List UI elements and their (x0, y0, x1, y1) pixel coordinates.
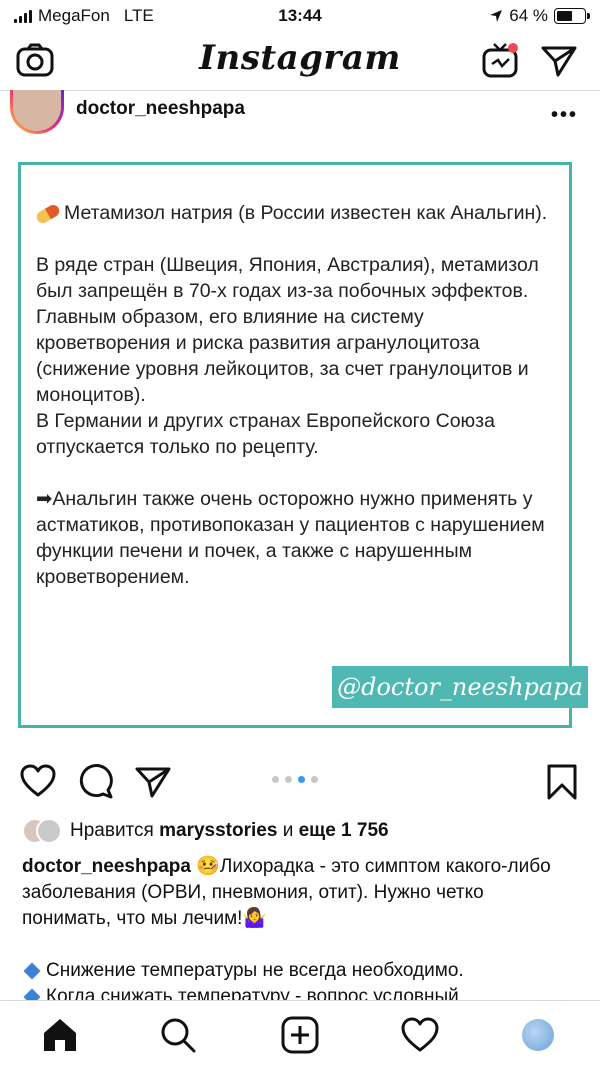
watermark: @doctor_neeshpapa (332, 666, 588, 708)
profile-icon[interactable] (518, 1015, 558, 1055)
likes-middle: и (282, 820, 294, 841)
igtv-icon[interactable] (482, 42, 520, 78)
caption-emoji: 🤒 (196, 856, 220, 877)
like-icon[interactable] (20, 764, 56, 798)
blue-diamond-icon (23, 962, 41, 980)
post-image[interactable]: Метамизол натрия (в России известен как … (0, 150, 600, 750)
status-bar: MegaFon LTE 13:44 64 % (0, 0, 600, 34)
tab-bar (0, 1000, 600, 1067)
image-text: Метамизол натрия (в России известен как … (34, 200, 548, 616)
carousel-indicator (272, 776, 318, 783)
likes-prefix: Нравится (70, 820, 154, 841)
image-paragraph-3: В Германии и других странах Европейского… (36, 410, 495, 458)
save-icon[interactable] (546, 764, 578, 800)
image-paragraph-2: В ряде стран (Швеция, Япония, Австралия)… (36, 254, 539, 406)
action-bar (0, 750, 600, 812)
likes-row[interactable]: Нравится marysstories и еще 1 756 (22, 818, 389, 844)
location-arrow-icon (490, 10, 503, 22)
home-icon[interactable] (40, 1015, 80, 1055)
top-nav: Instagram (0, 34, 600, 91)
profile-avatar (522, 1019, 554, 1051)
likes-user[interactable]: marysstories (159, 820, 277, 841)
post-username[interactable]: doctor_neeshpapa (76, 98, 245, 120)
image-paragraph-1: Метамизол натрия (в России известен как … (34, 200, 548, 226)
battery-icon (554, 8, 590, 24)
direct-icon[interactable] (540, 44, 578, 78)
liker-avatar (36, 818, 62, 844)
carousel-dot (298, 776, 305, 783)
comment-icon[interactable] (78, 764, 114, 800)
liker-avatars (22, 818, 62, 844)
avatar[interactable] (10, 90, 64, 134)
pill-icon (34, 202, 62, 226)
new-post-icon[interactable] (280, 1015, 320, 1055)
carousel-dot (311, 776, 318, 783)
arrow-icon: ➡ (36, 488, 53, 510)
share-icon[interactable] (134, 765, 172, 799)
search-icon[interactable] (158, 1015, 198, 1055)
carousel-dot (272, 776, 279, 783)
image-paragraph-4: ➡Анальгин также очень осторожно нужно пр… (36, 488, 545, 588)
post-header: doctor_neeshpapa ••• (0, 90, 600, 151)
battery-fill (557, 11, 572, 21)
caption-bullet-1: Снижение температуры не всегда необходим… (22, 958, 578, 984)
likes-more[interactable]: еще 1 756 (299, 820, 389, 841)
caption-main: doctor_neeshpapa 🤒Лихорадка - это симпто… (22, 854, 578, 932)
battery-percent: 64 % (509, 6, 548, 25)
caption-username[interactable]: doctor_neeshpapa (22, 856, 191, 877)
caption: doctor_neeshpapa 🤒Лихорадка - это симпто… (22, 854, 578, 1010)
more-options-icon[interactable]: ••• (551, 104, 578, 127)
status-right: 64 % (489, 6, 590, 26)
carousel-dot (285, 776, 292, 783)
activity-icon[interactable] (400, 1015, 440, 1055)
